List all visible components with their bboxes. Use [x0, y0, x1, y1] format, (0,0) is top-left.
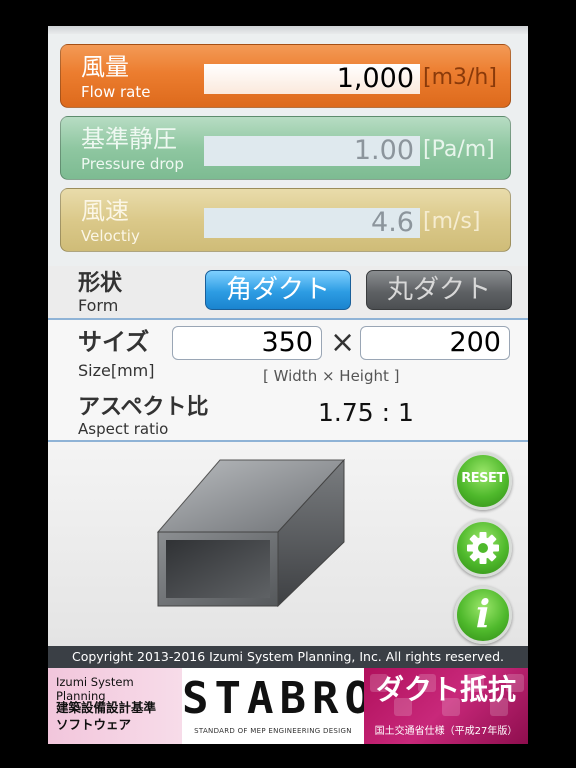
- banner-logo-block: STABRO STANDARD OF MEP ENGINEERING DESIG…: [182, 668, 377, 744]
- app-banner: Izumi System Planning 建築設備設計基準 ソフトウェア ST…: [48, 668, 528, 744]
- reset-label: RESET: [461, 471, 505, 486]
- aspect-ratio-value: 1.75 : 1: [318, 398, 414, 427]
- banner-standard: 国土交通省仕様（平成27年版）: [374, 726, 518, 737]
- size-label-en: Size[mm]: [78, 361, 155, 380]
- flow-rate-input[interactable]: 1,000: [204, 64, 420, 94]
- banner-title-block: ダクト抵抗 国土交通省仕様（平成27年版）: [364, 668, 528, 744]
- pressure-drop-input[interactable]: 1.00: [204, 136, 420, 166]
- preview-area: RESET i: [48, 442, 528, 646]
- stabro-tagline: STANDARD OF MEP ENGINEERING DESIGN: [194, 727, 352, 735]
- pressure-drop-label-jp: 基準静圧: [81, 125, 177, 153]
- info-icon: i: [475, 591, 491, 636]
- flow-rate-unit: [m3/h]: [423, 65, 497, 90]
- form-selector: 形状 Form 角ダクト 丸ダクト: [48, 266, 528, 320]
- flow-rate-label-en: Flow rate: [81, 83, 151, 101]
- gear-icon: [467, 532, 499, 564]
- velocity-input[interactable]: 4.6: [204, 208, 420, 238]
- banner-left: Izumi System Planning 建築設備設計基準 ソフトウェア: [48, 668, 182, 744]
- form-label-jp: 形状: [78, 271, 123, 296]
- flow-rate-panel: 風量 Flow rate 1,000 [m3/h]: [60, 44, 511, 108]
- times-sign: ×: [330, 325, 356, 360]
- aspect-label-en: Aspect ratio: [78, 420, 169, 438]
- input-panels: 風量 Flow rate 1,000 [m3/h] 基準静圧 Pressure …: [48, 34, 528, 266]
- velocity-label-jp: 風速: [81, 197, 129, 225]
- velocity-unit: [m/s]: [423, 209, 481, 234]
- height-input[interactable]: 200: [360, 326, 510, 360]
- settings-button[interactable]: [454, 519, 512, 577]
- pressure-drop-panel[interactable]: 基準静圧 Pressure drop 1.00 [Pa/m]: [60, 116, 511, 180]
- size-section: サイズ Size[mm] 350 × 200 [ Width × Height …: [48, 320, 528, 442]
- flow-rate-label-jp: 風量: [81, 53, 129, 81]
- banner-title: ダクト抵抗: [375, 673, 516, 706]
- banner-subtitle-line2: ソフトウェア: [56, 717, 132, 732]
- size-hint: [ Width × Height ]: [263, 367, 400, 385]
- velocity-label-en: Veloctiy: [81, 227, 140, 245]
- banner-subtitle: 建築設備設計基準 ソフトウェア: [56, 699, 156, 733]
- pressure-drop-unit: [Pa/m]: [423, 137, 495, 162]
- pressure-drop-label-en: Pressure drop: [81, 155, 184, 173]
- app-window: 風量 Flow rate 1,000 [m3/h] 基準静圧 Pressure …: [48, 26, 528, 744]
- form-label-en: Form: [78, 296, 119, 315]
- top-strip: [48, 26, 528, 34]
- stabro-logo: STABRO: [182, 673, 377, 724]
- banner-subtitle-line1: 建築設備設計基準: [56, 700, 157, 715]
- info-button[interactable]: i: [454, 586, 512, 644]
- duct-illustration: [156, 458, 346, 608]
- round-duct-button[interactable]: 丸ダクト: [366, 270, 512, 310]
- size-label-jp: サイズ: [78, 328, 150, 356]
- velocity-panel[interactable]: 風速 Veloctiy 4.6 [m/s]: [60, 188, 511, 252]
- width-input[interactable]: 350: [172, 326, 322, 360]
- rect-duct-button[interactable]: 角ダクト: [205, 270, 351, 310]
- reset-button[interactable]: RESET: [454, 452, 512, 510]
- copyright-bar: Copyright 2013-2016 Izumi System Plannin…: [48, 646, 528, 668]
- aspect-label-jp: アスペクト比: [78, 395, 209, 420]
